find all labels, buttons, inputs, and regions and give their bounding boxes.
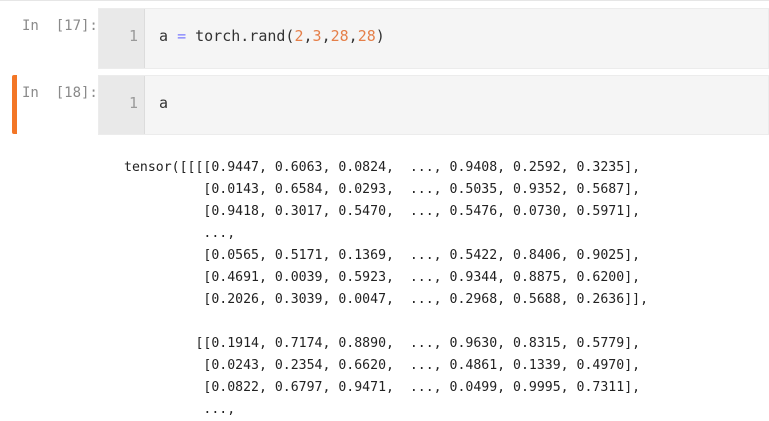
output-line: [0.0822, 0.6797, 0.9471, ..., 0.0499, 0.… [124,380,641,395]
output-line: [0.0565, 0.5171, 0.1369, ..., 0.5422, 0.… [124,248,641,263]
output-line: [[0.1914, 0.7174, 0.8890, ..., 0.9630, 0… [124,336,641,351]
output-line: tensor([[[[0.9447, 0.6063, 0.0824, ..., … [124,160,641,175]
code-cell-18[interactable]: In [18]: 1 a tensor([[[[0.9447, 0.6063, … [12,75,769,417]
code-line[interactable]: a = torch.rand(2,3,28,28) [159,27,385,45]
line-gutter: 1 [99,76,145,134]
code-editor[interactable]: 1 a = torch.rand(2,3,28,28) [98,8,769,69]
active-cell-indicator [12,75,17,134]
output-line: ..., [124,226,236,241]
output-line: [0.9418, 0.3017, 0.5470, ..., 0.5476, 0.… [124,204,641,219]
cell-output: tensor([[[[0.9447, 0.6063, 0.0824, ..., … [12,157,769,417]
cell-prompt: In [18]: [22,85,98,101]
code-arg: 2 [294,27,304,45]
code-editor[interactable]: 1 a [98,75,769,135]
code-arg: 28 [330,27,349,45]
output-line: [0.2026, 0.3039, 0.0047, ..., 0.2968, 0.… [124,292,649,307]
code-line[interactable]: a [159,94,168,112]
code-cell-17[interactable]: In [17]: 1 a = torch.rand(2,3,28,28) [12,8,769,70]
code-arg: 28 [357,27,376,45]
code-arg: 3 [312,27,322,45]
output-line: [0.4691, 0.0039, 0.5923, ..., 0.9344, 0.… [124,270,641,285]
output-line: ..., [124,402,236,417]
code-operator: = [177,27,187,45]
output-text: tensor([[[[0.9447, 0.6063, 0.0824, ..., … [124,157,648,421]
line-gutter: 1 [99,9,145,68]
code-close-paren: ) [375,27,385,45]
code-function: torch.rand( [195,27,295,45]
line-number: 1 [128,94,138,112]
code-var: a [159,27,169,45]
cell-prompt: In [17]: [22,18,98,34]
top-divider [0,0,769,1]
line-number: 1 [128,27,138,45]
output-line: [0.0143, 0.6584, 0.0293, ..., 0.5035, 0.… [124,182,641,197]
output-line: [0.0243, 0.2354, 0.6620, ..., 0.4861, 0.… [124,358,641,373]
